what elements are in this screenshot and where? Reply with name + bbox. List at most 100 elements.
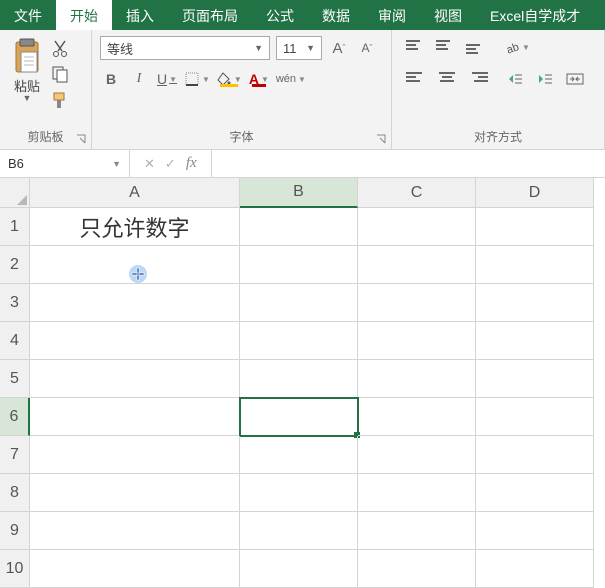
- cell-A1[interactable]: 只允许数字: [30, 208, 240, 246]
- cell[interactable]: [358, 360, 476, 398]
- cell[interactable]: [476, 360, 594, 398]
- col-header-B[interactable]: B: [240, 178, 358, 208]
- font-size-value: 11: [283, 41, 297, 56]
- borders-button[interactable]: ▼: [184, 68, 210, 90]
- cell-B6[interactable]: [240, 398, 358, 436]
- row-header[interactable]: 1: [0, 208, 30, 246]
- enter-icon[interactable]: ✓: [165, 156, 176, 172]
- orientation-button[interactable]: ab▼: [504, 36, 530, 58]
- tab-data[interactable]: 数据: [308, 0, 364, 30]
- tab-page-layout[interactable]: 页面布局: [168, 0, 252, 30]
- formula-bar: B6▼ ✕ ✓ fx: [0, 150, 605, 178]
- cell[interactable]: [476, 436, 594, 474]
- cell[interactable]: [358, 284, 476, 322]
- tab-file[interactable]: 文件: [0, 0, 56, 30]
- cell[interactable]: [240, 550, 358, 588]
- font-size-select[interactable]: 11▼: [276, 36, 322, 60]
- tab-insert[interactable]: 插入: [112, 0, 168, 30]
- cell[interactable]: [240, 284, 358, 322]
- cell[interactable]: [30, 550, 240, 588]
- align-top-button[interactable]: [406, 36, 428, 54]
- font-group-label: 字体: [92, 128, 391, 149]
- cell[interactable]: [240, 246, 358, 284]
- cell[interactable]: [476, 284, 594, 322]
- cell[interactable]: [240, 208, 358, 246]
- cell[interactable]: [30, 284, 240, 322]
- select-all-corner[interactable]: [0, 178, 30, 208]
- cell[interactable]: [476, 246, 594, 284]
- cell[interactable]: [240, 436, 358, 474]
- fx-icon[interactable]: fx: [186, 155, 197, 172]
- cell[interactable]: [358, 398, 476, 436]
- row-header[interactable]: 2: [0, 246, 30, 284]
- cell[interactable]: [476, 208, 594, 246]
- font-expand-icon[interactable]: [375, 133, 387, 145]
- tab-home[interactable]: 开始: [56, 0, 112, 30]
- row-header[interactable]: 5: [0, 360, 30, 398]
- tab-view[interactable]: 视图: [420, 0, 476, 30]
- row-header[interactable]: 8: [0, 474, 30, 512]
- font-name-select[interactable]: 等线▼: [100, 36, 270, 60]
- row-header[interactable]: 3: [0, 284, 30, 322]
- bold-button[interactable]: B: [100, 68, 122, 90]
- cell[interactable]: [30, 360, 240, 398]
- row-header[interactable]: 10: [0, 550, 30, 588]
- cell[interactable]: [240, 360, 358, 398]
- cell[interactable]: [240, 322, 358, 360]
- decrease-font-button[interactable]: Aˇ: [356, 37, 378, 59]
- col-header-A[interactable]: A: [30, 178, 240, 208]
- paste-dropdown[interactable]: ▼: [23, 93, 32, 103]
- cell[interactable]: [476, 474, 594, 512]
- row-header[interactable]: 6: [0, 398, 30, 436]
- cell[interactable]: [30, 322, 240, 360]
- cell[interactable]: [476, 512, 594, 550]
- col-header-C[interactable]: C: [358, 178, 476, 208]
- underline-button[interactable]: U▼: [156, 68, 178, 90]
- tab-review[interactable]: 审阅: [364, 0, 420, 30]
- cell[interactable]: [476, 550, 594, 588]
- align-middle-button[interactable]: [436, 36, 458, 54]
- cell[interactable]: [358, 512, 476, 550]
- cell[interactable]: [240, 474, 358, 512]
- tab-formula[interactable]: 公式: [252, 0, 308, 30]
- cell[interactable]: [476, 322, 594, 360]
- font-color-button[interactable]: A▼: [248, 68, 270, 90]
- tab-custom[interactable]: Excel自学成才: [476, 0, 594, 30]
- increase-font-button[interactable]: Aˆ: [328, 37, 350, 59]
- cell[interactable]: [358, 550, 476, 588]
- formula-input[interactable]: [212, 150, 605, 177]
- cell[interactable]: [358, 436, 476, 474]
- increase-indent-button[interactable]: [534, 68, 556, 90]
- ribbon-tabs: 文件 开始 插入 页面布局 公式 数据 审阅 视图 Excel自学成才: [0, 0, 605, 30]
- align-center-button[interactable]: [436, 68, 458, 86]
- decrease-indent-button[interactable]: [504, 68, 526, 90]
- fill-color-button[interactable]: ▼: [216, 68, 242, 90]
- cell[interactable]: [358, 322, 476, 360]
- cell[interactable]: [358, 246, 476, 284]
- format-painter-icon[interactable]: [50, 90, 70, 110]
- cell[interactable]: [240, 512, 358, 550]
- col-header-D[interactable]: D: [476, 178, 594, 208]
- italic-button[interactable]: I: [128, 68, 150, 90]
- row-header[interactable]: 9: [0, 512, 30, 550]
- paste-icon[interactable]: [12, 38, 42, 74]
- cell[interactable]: [358, 208, 476, 246]
- cell[interactable]: [358, 474, 476, 512]
- align-right-button[interactable]: [466, 68, 488, 86]
- cell[interactable]: [30, 436, 240, 474]
- copy-icon[interactable]: [50, 64, 70, 84]
- align-left-button[interactable]: [406, 68, 428, 86]
- row-header[interactable]: 4: [0, 322, 30, 360]
- cancel-icon[interactable]: ✕: [144, 156, 155, 172]
- phonetic-button[interactable]: wén▼: [276, 68, 306, 90]
- merge-center-button[interactable]: [564, 68, 586, 90]
- cut-icon[interactable]: [50, 38, 70, 58]
- row-header[interactable]: 7: [0, 436, 30, 474]
- cell[interactable]: [30, 474, 240, 512]
- align-bottom-button[interactable]: [466, 36, 488, 54]
- clipboard-expand-icon[interactable]: [75, 133, 87, 145]
- cell[interactable]: [30, 512, 240, 550]
- name-box[interactable]: B6▼: [0, 150, 130, 177]
- cell[interactable]: [476, 398, 594, 436]
- cell[interactable]: [30, 398, 240, 436]
